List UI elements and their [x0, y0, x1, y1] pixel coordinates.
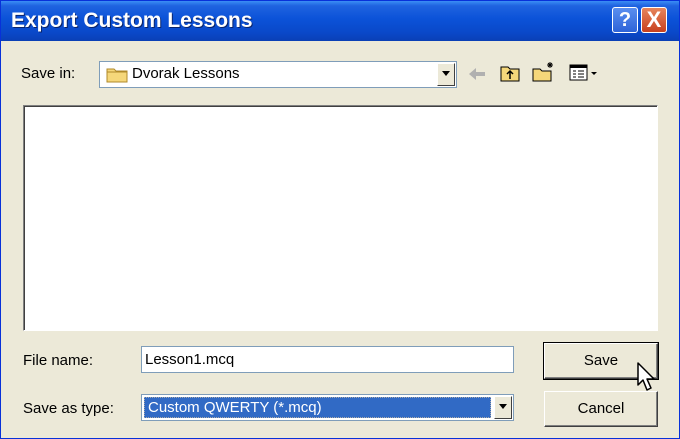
save-in-dropdown[interactable]: Dvorak Lessons — [99, 61, 457, 88]
save-as-type-dropdown[interactable]: Custom QWERTY (*.mcq) — [141, 394, 514, 421]
export-dialog: Export Custom Lessons ? X Save in: Dvora… — [0, 0, 680, 439]
up-folder-icon[interactable] — [499, 63, 521, 83]
save-as-type-value: Custom QWERTY (*.mcq) — [144, 397, 491, 418]
folder-icon — [106, 68, 128, 83]
close-button[interactable]: X — [641, 7, 667, 33]
save-in-value: Dvorak Lessons — [132, 65, 240, 82]
mouse-cursor-icon — [637, 362, 655, 391]
save-as-type-label: Save as type: — [23, 400, 114, 417]
close-icon: X — [646, 7, 662, 32]
help-icon: ? — [618, 9, 632, 31]
save-in-label: Save in: — [21, 65, 76, 82]
file-name-label: File name: — [23, 352, 94, 369]
dialog-title: Export Custom Lessons — [11, 9, 253, 32]
save-in-dropdown-button[interactable] — [437, 63, 455, 86]
help-button[interactable]: ? — [612, 7, 638, 33]
view-menu-icon[interactable] — [569, 63, 601, 83]
cancel-button[interactable]: Cancel — [544, 391, 658, 427]
back-arrow-icon[interactable] — [467, 66, 487, 82]
title-bar[interactable]: Export Custom Lessons ? X — [1, 1, 679, 41]
new-folder-icon[interactable] — [531, 61, 555, 83]
save-as-type-dropdown-button[interactable] — [494, 396, 512, 419]
file-list[interactable] — [23, 105, 658, 331]
file-name-input[interactable]: Lesson1.mcq — [141, 346, 514, 373]
